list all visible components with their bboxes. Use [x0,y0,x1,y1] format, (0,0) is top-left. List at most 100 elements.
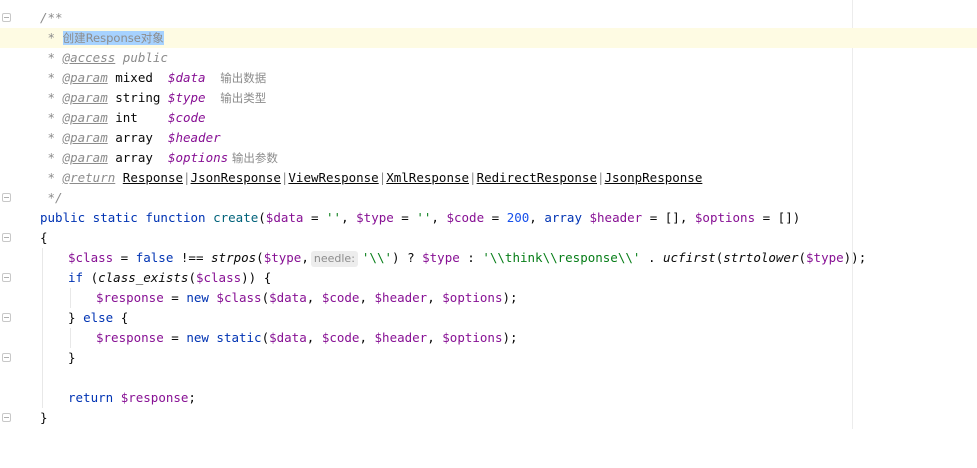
string: think [504,250,543,265]
punct: )); [843,250,867,265]
keyword: new [186,290,209,305]
code-line[interactable]: public static function create($data = ''… [0,208,977,228]
doc-param-line: * @param array $options 输出参数 [40,148,278,168]
punct: , [427,290,443,305]
code-line-empty[interactable] [0,368,977,388]
else-statement: } else { [68,308,128,328]
variable[interactable]: $type [356,210,394,225]
variable[interactable]: $data [269,290,307,305]
doc-tag: @param [62,130,108,145]
variable[interactable]: $header [375,330,428,345]
punct: , [301,250,309,265]
code-line[interactable]: * @param mixed $data 输出数据 [0,68,977,88]
punct: ( [798,250,807,265]
doc-comment-open: /** [40,10,63,25]
variable[interactable]: $data [266,210,304,225]
doc-param-var: $data [167,70,206,85]
variable[interactable]: $data [269,330,307,345]
code-line-current[interactable]: * 创建Response对象 [0,28,977,48]
variable[interactable]: $class [196,270,241,285]
selected-text[interactable]: 创建Response对象 [62,31,164,45]
code-line[interactable]: * @param array $header [0,128,977,148]
function-name[interactable]: create [206,210,258,225]
indent-guide [42,348,43,368]
variable[interactable]: $header [582,210,643,225]
return-type-link[interactable]: RedirectResponse [477,170,597,185]
code-line[interactable]: } [0,408,977,428]
number: 200 [506,210,530,225]
variable[interactable]: $code [322,330,360,345]
punct: { [113,310,129,325]
punct: ); [502,290,518,305]
code-line[interactable]: */ [0,188,977,208]
variable[interactable]: $options [442,330,502,345]
type-separator: | [596,170,605,185]
doc-star: * [40,150,63,165]
code-line[interactable]: if (class_exists($class)) { [0,268,977,288]
punct: : [459,250,483,265]
indent-guide [42,268,43,288]
code-line[interactable]: { [0,228,977,248]
return-type-link[interactable]: JsonpResponse [605,170,703,185]
return-type-link[interactable]: JsonResponse [191,170,281,185]
open-brace: { [40,230,48,245]
code-line[interactable]: $response = new $class($data, $code, $he… [0,288,977,308]
doc-param-desc: 输出数据 [205,71,267,85]
doc-tag: @access [62,50,116,65]
string: \\ [542,250,558,265]
function-call[interactable]: class_exists [98,270,188,285]
return-type-link[interactable]: ViewResponse [288,170,378,185]
variable[interactable]: $response [96,290,164,305]
keyword: if [68,270,84,285]
code-line[interactable]: * @param string $type 输出类型 [0,88,977,108]
indent-guide [70,288,71,308]
code-line[interactable]: * @param array $options 输出参数 [0,148,977,168]
variable[interactable]: $class [216,290,261,305]
variable[interactable]: $type [806,250,844,265]
variable[interactable]: $options [695,210,755,225]
doc-summary-line: * 创建Response对象 [40,28,164,48]
doc-param-desc: 输出参数 [228,151,278,165]
function-call[interactable]: ucfirst [663,250,716,265]
function-call[interactable]: strtolower [723,250,798,265]
code-line[interactable]: /** [0,8,977,28]
punct: ( [256,250,264,265]
code-line[interactable]: } else { [0,308,977,328]
return-type-link[interactable]: XmlResponse [386,170,469,185]
punct: , [306,330,322,345]
variable[interactable]: $code [446,210,484,225]
keyword: function [137,210,206,225]
variable[interactable]: $class [68,250,113,265]
doc-param-type: int [107,110,168,125]
statement: $class = false !== strpos($type, needle: '… [68,248,866,268]
variable[interactable]: $response [121,390,189,405]
code-line[interactable]: * @return Response|JsonResponse|ViewResp… [0,168,977,188]
code-line[interactable]: $response = new static($data, $code, $he… [0,328,977,348]
function-call[interactable]: strpos [211,250,256,265]
punct: , [359,290,375,305]
variable[interactable]: $options [442,290,502,305]
code-line[interactable]: return $response; [0,388,977,408]
punct: = [303,210,327,225]
variable[interactable]: $code [322,290,360,305]
code-line[interactable]: * @access public [0,48,977,68]
string: '' [326,210,342,225]
return-type-link[interactable]: Response [123,170,183,185]
string: '' [416,210,432,225]
doc-space [115,170,123,185]
variable[interactable]: $type [264,250,302,265]
doc-tag: @param [62,70,108,85]
variable[interactable]: $header [375,290,428,305]
code-line[interactable]: $class = false !== strpos($type, needle: '… [0,248,977,268]
doc-star: * [40,170,63,185]
doc-access-line: * @access public [40,48,168,68]
keyword: new [186,330,209,345]
code-line[interactable]: } [0,348,977,368]
code-line[interactable]: * @param int $code [0,108,977,128]
variable[interactable]: $response [96,330,164,345]
punct: , [427,330,443,345]
code-editor[interactable]: /** * 创建Response对象 * @access public * @p… [0,0,977,429]
variable[interactable]: $type [422,250,460,265]
punct: , [431,210,447,225]
punct: = [163,290,187,305]
